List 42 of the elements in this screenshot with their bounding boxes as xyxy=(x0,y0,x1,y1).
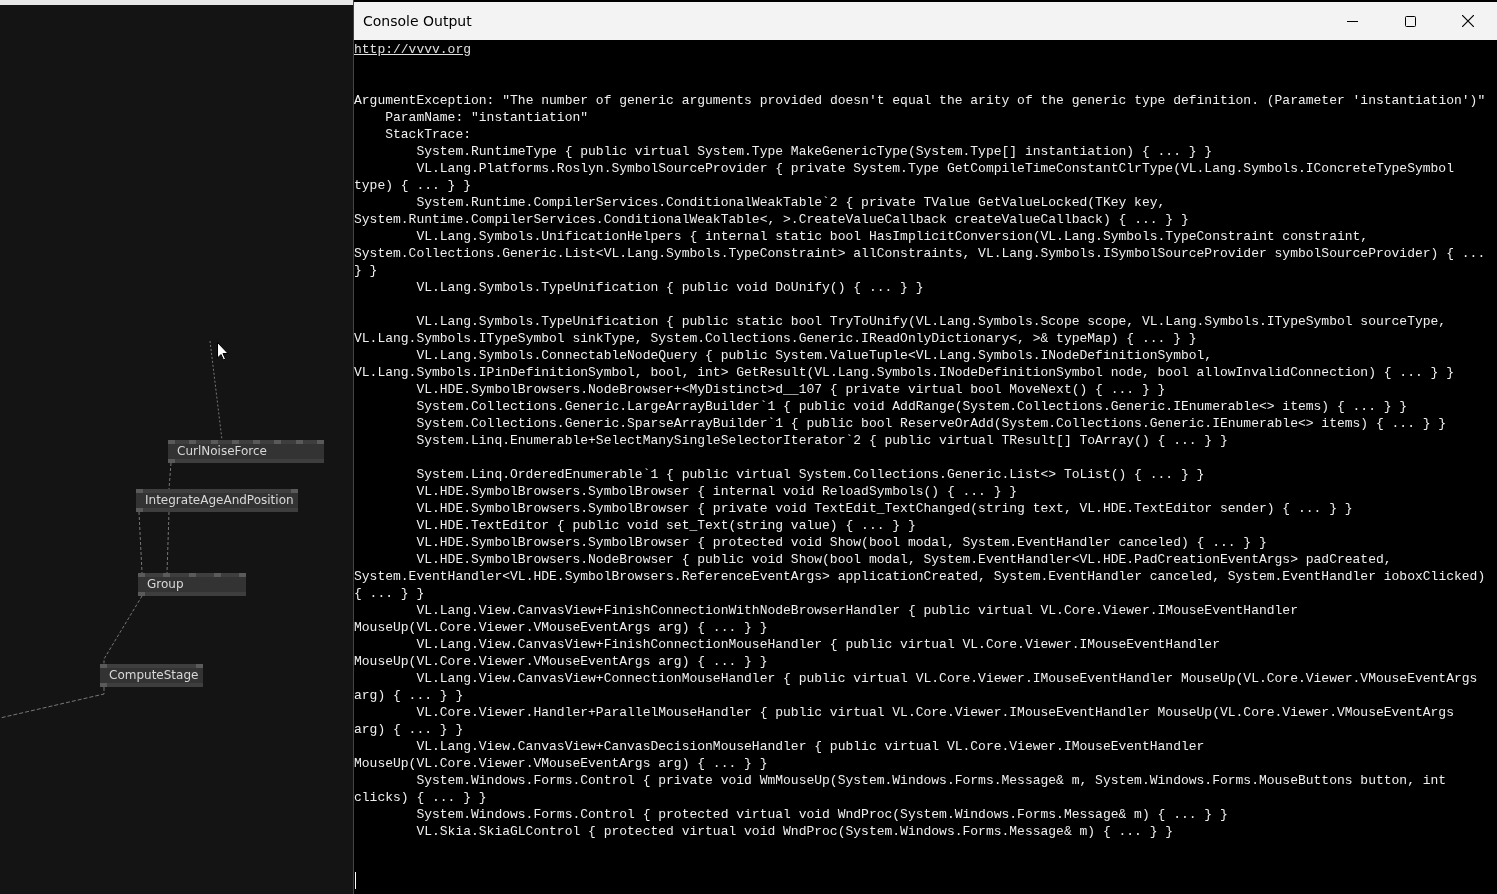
console-line: VL.Core.Viewer.Handler+ParallelMouseHandler { public virtual VL.Core.Viewer.IMouseEventHandler MouseUp(VL.Core.Viewer.VMouseEventArgs arg) { ... } } xyxy=(354,704,1455,738)
close-icon xyxy=(1462,15,1474,27)
mouse-pointer-icon xyxy=(217,342,229,361)
connection-line xyxy=(138,511,143,574)
console-line: System.Linq.OrderedEnumerable`1 { public virtual System.Collections.Generic.List<> ToList() { ... } } xyxy=(415,466,1206,483)
console-line: VL.HDE.TextEditor { public void set_Text(string value) { ... } } xyxy=(415,517,917,534)
console-line: System.Windows.Forms.Control { private void WmMouseUp(System.Windows.Forms.Message& m, System.Windows.Forms.MouseButtons button, int clicks) { ... } } xyxy=(354,772,1448,806)
link[interactable]: http://vvvv.org xyxy=(354,42,472,57)
console-line: VL.HDE.SymbolBrowsers.NodeBrowser { public void Show(bool modal, System.EventHandler<VL.HDE.PadCreationEventArgs> padCreated, System.EventHandler<VL.HDE.SymbolBrowsers.ReferenceEventArgs> applicationCreated, System.EventHandler canceled, System.EventHandler ioboxClicked) { ... } } xyxy=(354,551,1486,602)
console-line: VL.HDE.SymbolBrowsers.SymbolBrowser { private void TextEdit_TextChanged(string text, VL.HDE.TextEditor sender) { ... } } xyxy=(415,500,1354,517)
window-title: Console Output xyxy=(363,13,473,29)
console-line: System.Windows.Forms.Control { protected virtual void WndProc(System.Windows.Forms.Message& m) { ... } } xyxy=(415,806,1229,823)
console-line: VL.Lang.View.CanvasView+ConnectionMouseHandler { public virtual VL.Core.Viewer.IMouseEventHandler MouseUp(VL.Core.Viewer.VMouseEventArgs arg) { ... } } xyxy=(354,670,1479,704)
console-line: VL.Skia.SkiaGLControl { protected virtual void WndProc(System.Windows.Forms.Message& m) { ... } } xyxy=(415,823,1175,840)
console-line: VL.Lang.Symbols.TypeUnification { public static bool TryToUnify(VL.Lang.Symbols.Scope scope, VL.Lang.Symbols.ITypeSymbol sourceType, VL.Lang.Symbols.ITypeSymbol sinkType, System.Collections.Generic.IReadOnlyDictionary<, >& typeMap) { ... } } xyxy=(354,313,1448,347)
console-line: VL.HDE.SymbolBrowsers.NodeBrowser+<MyDistinct>d__107 { private virtual bool MoveNext() { ... } } xyxy=(415,381,1167,398)
console-line: System.Collections.Generic.LargeArrayBuilder`1 { public void AddRange(System.Collections.Generic.IEnumerable<> items) { ... } } xyxy=(415,398,1409,415)
maximize-icon xyxy=(1404,15,1416,27)
console-line: VL.Lang.View.CanvasView+FinishConnectionWithNodeBrowserHandler { public virtual VL.Core.Viewer.IMouseEventHandler MouseUp(VL.Core.Viewer.VMouseEventArgs arg) { ... } } xyxy=(354,602,1299,636)
console-line: System.RuntimeType { public virtual System.Type MakeGenericType(System.Type[] instantiation) { ... } } xyxy=(415,143,1214,160)
console-line: System.Linq.Enumerable+SelectManySingleSelectorIterator`2 { public virtual TResult[] ToArray() { ... } } xyxy=(415,432,1229,449)
console-line: VL.Lang.View.CanvasView+CanvasDecisionMouseHandler { public virtual VL.Core.Viewer.IMouseEventHandler MouseUp(VL.Core.Viewer.VMouseEventArgs arg) { ... } } xyxy=(354,738,1206,772)
node[interactable]: IntegrateAgeAndPosition xyxy=(136,489,298,512)
console-line: System.Runtime.CompilerServices.ConditionalWeakTable`2 { private TValue GetValueLocked(TKey key, System.Runtime.CompilerServices.ConditionalWeakTable<, >.CreateValueCallback createValueCallback) { ... } } xyxy=(354,194,1190,228)
connection-line xyxy=(168,462,172,490)
console-line: VL.Lang.Symbols.UnificationHelpers { internal static bool HasImplicitConversion(VL.Lang.Symbols.TypeConstraint constraint, System.Collections.Generic.List<VL.Lang.Symbols.TypeConstraint> allConstraints, VL.Lang.Symbols.ISymbolSourceProvider symbolSourceProvider) { ... } } xyxy=(354,228,1486,279)
console-line: VL.Lang.Symbols.ConnectableNodeQuery { public System.ValueTuple<VL.Lang.Symbols.INodeDefinitionSymbol, VL.Lang.Symbols.IPinDefinitionSymbol, bool, int> GetResult(VL.Lang.Symbols.INodeDefinitionSymbol node, bool allowInvalidConnection) { ... } } xyxy=(354,347,1455,381)
console-line: VL.Lang.Platforms.Roslyn.SymbolSourceProvider { private System.Type GetCompileTimeConstantClrType(VL.Lang.Symbols.IConcreteTypeSymbol type) { ... } } xyxy=(354,160,1455,194)
console-line: ArgumentException: "The number of generic arguments provided doesn't equal the arity of the generic type definition. (Parameter 'instantiation')" xyxy=(354,92,1486,109)
text-caret xyxy=(355,872,356,889)
console-line: ParamName: "instantiation" xyxy=(384,109,590,126)
console-line: VL.HDE.SymbolBrowsers.SymbolBrowser { internal void ReloadSymbols() { ... } } xyxy=(415,483,1019,500)
node[interactable]: ComputeStage xyxy=(100,664,203,687)
console-line: System.Collections.Generic.SparseArrayBuilder`1 { public bool ReserveOrAdd(System.Collections.Generic.IEnumerable<> items) { ... } } xyxy=(415,415,1448,432)
console-line: VL.HDE.SymbolBrowsers.SymbolBrowser { protected void Show(bool modal, System.EventHandler canceled) { ... } } xyxy=(415,534,1268,551)
node[interactable]: CurlNoiseForce xyxy=(168,440,324,463)
console-line: VL.Lang.Symbols.TypeUnification { public void DoUnify() { ... } } xyxy=(415,279,925,296)
connection-line xyxy=(103,595,143,665)
connection-line xyxy=(166,511,170,574)
console-line: StackTrace: xyxy=(384,126,473,143)
console-line: VL.Lang.View.CanvasView+FinishConnectionMouseHandler { public virtual VL.Core.Viewer.IMouseEventHandler MouseUp(VL.Core.Viewer.VMouseEventArgs arg) { ... } } xyxy=(354,636,1221,670)
node[interactable]: Group xyxy=(138,573,246,596)
